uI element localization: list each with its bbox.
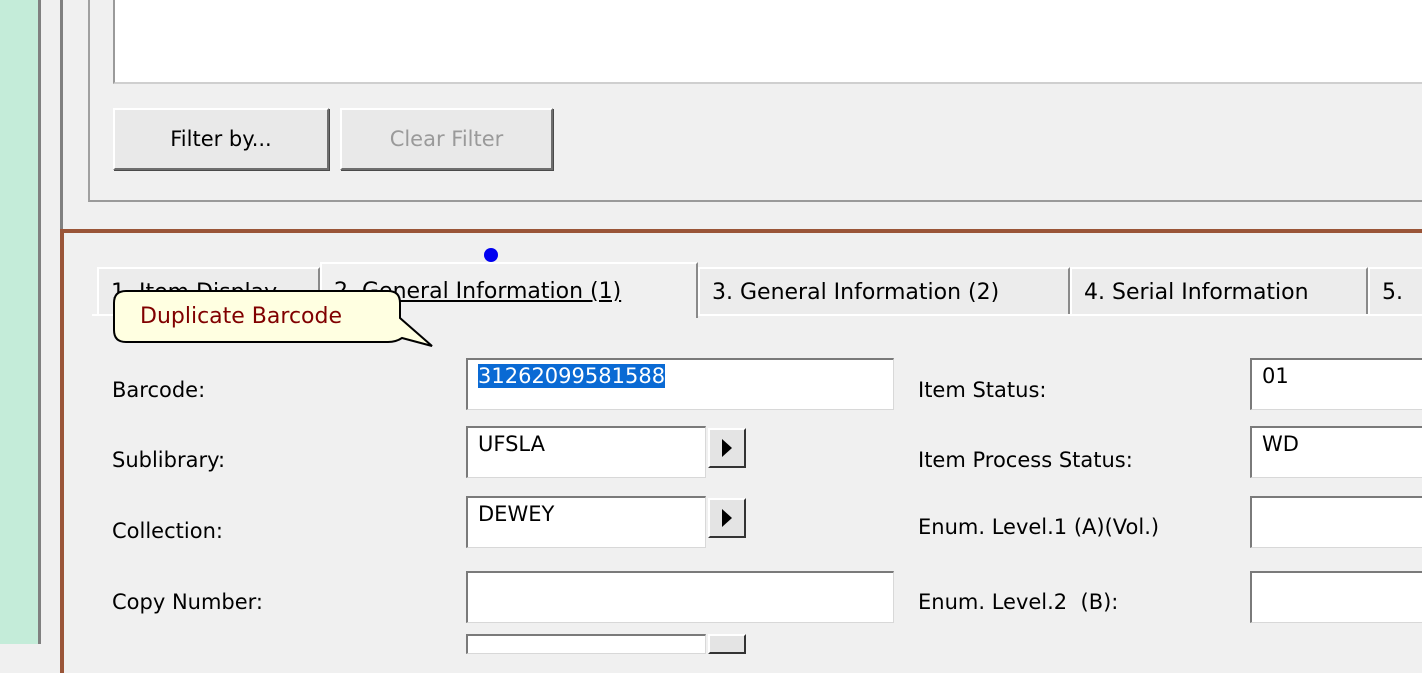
copy-number-field[interactable] — [466, 571, 894, 623]
barcode-label: Barcode: — [112, 378, 206, 402]
item-process-status-value: WD — [1262, 432, 1299, 456]
tab-label: 4. Serial Information — [1084, 279, 1309, 305]
filter-by-label: Filter by... — [170, 127, 272, 151]
collection-picker-button[interactable] — [708, 498, 746, 538]
next-picker-button[interactable] — [708, 634, 746, 654]
window-divider — [38, 0, 41, 644]
next-field[interactable] — [466, 634, 706, 654]
item-process-status-label: Item Process Status: — [918, 448, 1133, 472]
tab-serial-information[interactable]: 4. Serial Information — [1070, 267, 1368, 315]
duplicate-barcode-tooltip: Duplicate Barcode — [140, 304, 342, 329]
collection-value: DEWEY — [478, 502, 555, 526]
barcode-value: 31262099581588 — [478, 364, 666, 388]
item-status-value: 01 — [1262, 364, 1289, 388]
sublibrary-value: UFSLA — [478, 432, 545, 456]
enum-level-2-field[interactable] — [1250, 571, 1422, 623]
clear-filter-button[interactable]: Clear Filter — [340, 108, 553, 170]
left-strip — [0, 0, 38, 644]
item-status-label: Item Status: — [918, 378, 1047, 402]
enum-level-1-field[interactable] — [1250, 496, 1422, 548]
barcode-field[interactable]: 31262099581588 — [466, 358, 894, 410]
marker-dot — [484, 248, 498, 262]
tab-5[interactable]: 5. — [1368, 267, 1422, 315]
item-process-status-field[interactable]: WD — [1250, 426, 1422, 478]
filter-by-button[interactable]: Filter by... — [113, 108, 329, 170]
item-status-field[interactable]: 01 — [1250, 358, 1422, 410]
play-arrow-icon — [722, 439, 732, 457]
tab-label: 5. — [1382, 279, 1403, 305]
tab-general-information-2[interactable]: 3. General Information (2) — [698, 267, 1070, 315]
play-arrow-icon — [722, 509, 732, 527]
collection-field[interactable]: DEWEY — [466, 496, 706, 548]
sublibrary-picker-button[interactable] — [708, 428, 746, 468]
sublibrary-label: Sublibrary: — [112, 448, 226, 472]
sublibrary-field[interactable]: UFSLA — [466, 426, 706, 478]
copy-number-label: Copy Number: — [112, 590, 264, 614]
enum-level-2-label: Enum. Level.2 (B): — [918, 590, 1119, 614]
enum-level-1-label: Enum. Level.1 (A)(Vol.) — [918, 515, 1160, 539]
results-list[interactable] — [113, 0, 1422, 84]
tab-label: 3. General Information (2) — [712, 279, 1000, 305]
clear-filter-label: Clear Filter — [389, 127, 504, 151]
collection-label: Collection: — [112, 519, 223, 543]
